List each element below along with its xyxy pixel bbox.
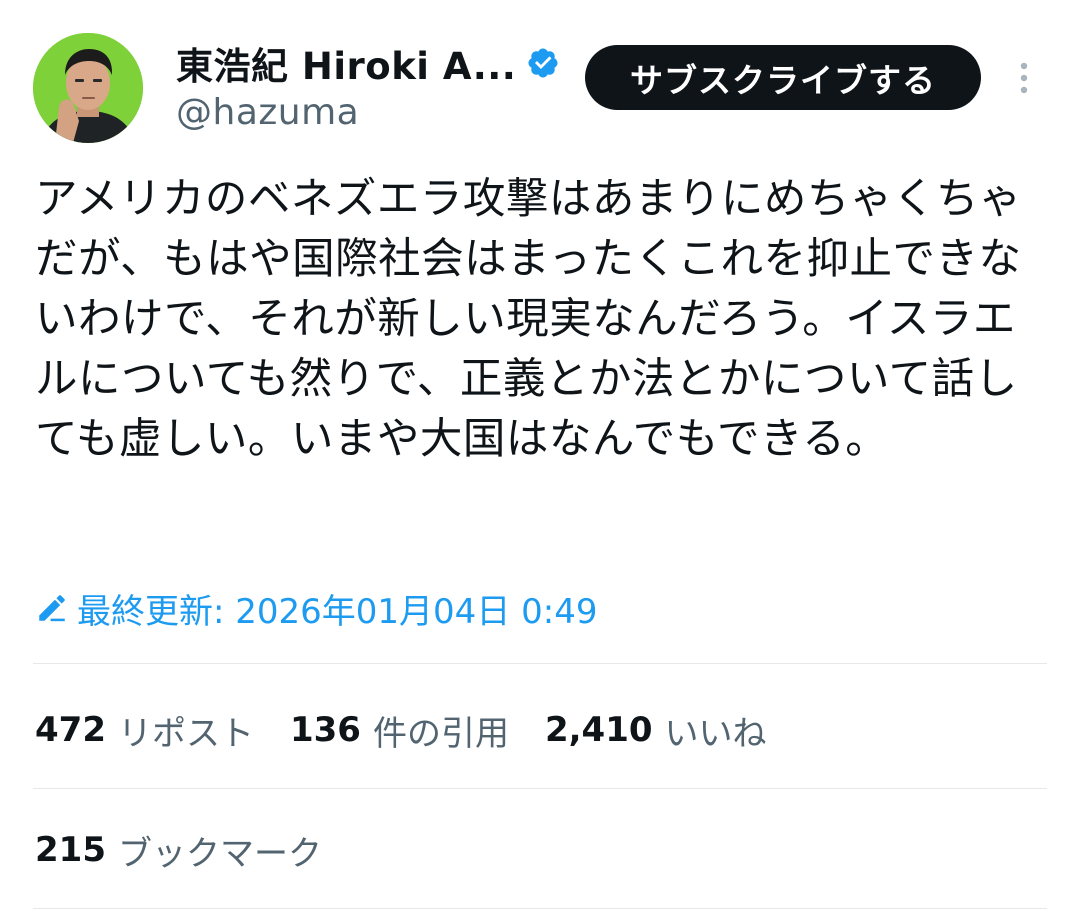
reposts-label: リポスト [117,713,254,754]
quotes-stat[interactable]: 136 件の引用 [290,706,509,755]
likes-label: いいね [664,713,767,754]
quotes-count: 136 [289,710,361,750]
author-display-name[interactable]: 東浩紀 Hiroki A... [176,36,516,90]
reposts-stat[interactable]: 472 リポスト [35,706,254,755]
author-handle[interactable]: @hazuma [176,92,560,133]
tweet-text: アメリカのベネズエラ攻撃はあまりにめちゃくちゃだが、もはや国際社会はまったくこれ… [35,175,1022,464]
verified-badge-icon [526,46,560,80]
bookmarks-count: 215 [35,830,106,870]
edited-label: 最終更新: 2026年01月04日 0:49 [77,591,598,632]
engagement-stats: 472 リポスト 136 件の引用 2,410 いいね [35,700,803,760]
author-info: 東浩紀 Hiroki A... @hazuma [176,38,560,133]
bookmarks-label: ブックマーク [117,833,322,874]
edit-pencil-icon [35,591,69,625]
bookmarks-stat[interactable]: 215 ブックマーク [35,820,322,880]
tweet-header: 東浩紀 Hiroki A... @hazuma サブスクライブする [0,0,1080,160]
likes-count: 2,410 [544,710,653,750]
edited-timestamp[interactable]: 最終更新: 2026年01月04日 0:49 [35,583,597,633]
reposts-count: 472 [35,710,106,750]
divider [33,908,1047,909]
divider [33,663,1047,664]
avatar[interactable] [33,33,143,143]
quotes-label: 件の引用 [372,713,509,754]
subscribe-button[interactable]: サブスクライブする [585,45,981,110]
likes-stat[interactable]: 2,410 いいね [545,706,767,755]
more-vertical-icon[interactable] [1012,58,1036,98]
user-avatar-image [33,33,143,143]
divider [33,788,1047,789]
